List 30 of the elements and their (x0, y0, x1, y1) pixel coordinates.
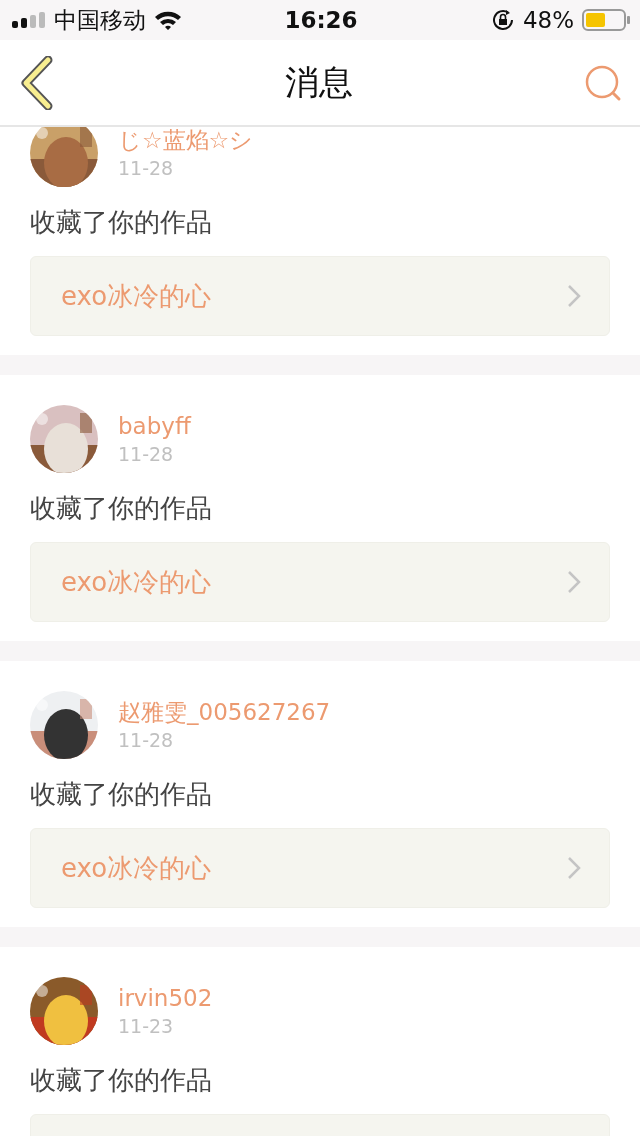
work-link[interactable]: exo冰冷的心 (30, 256, 610, 336)
back-icon (20, 55, 54, 110)
message-date: 11-28 (118, 156, 175, 180)
carrier-name: 中国移动 (54, 5, 146, 35)
message-date: 11-28 (118, 442, 175, 466)
user-name[interactable]: じ☆蓝焰☆シ (118, 127, 254, 154)
chevron-right-icon (567, 856, 581, 880)
message-date: 11-28 (118, 728, 175, 752)
message-date: 11-23 (118, 1014, 175, 1038)
user-name[interactable]: 赵雅雯_005627267 (118, 698, 331, 726)
wifi-icon (154, 10, 182, 30)
message-text: 收藏了你的作品 (30, 206, 213, 238)
chevron-right-icon (567, 570, 581, 594)
search-icon (584, 63, 622, 102)
page-title: 消息 (285, 60, 353, 104)
clock-time: 16:26 (284, 7, 358, 33)
work-link[interactable]: exo冰冷的心 (30, 828, 610, 908)
battery-icon (582, 9, 630, 31)
chevron-right-icon (567, 284, 581, 308)
back-button[interactable] (20, 55, 54, 110)
search-button[interactable] (584, 63, 622, 102)
user-name[interactable]: babyff (118, 412, 191, 440)
work-link[interactable]: exo冰冷的心 (30, 542, 610, 622)
rotation-lock-icon (490, 8, 515, 32)
user-name[interactable]: irvin502 (118, 984, 213, 1012)
message-text: 收藏了你的作品 (30, 778, 213, 810)
message-text: 收藏了你的作品 (30, 492, 213, 524)
message-text: 收藏了你的作品 (30, 1064, 213, 1096)
signal-icon (12, 12, 46, 28)
battery-percent: 48% (522, 7, 574, 33)
